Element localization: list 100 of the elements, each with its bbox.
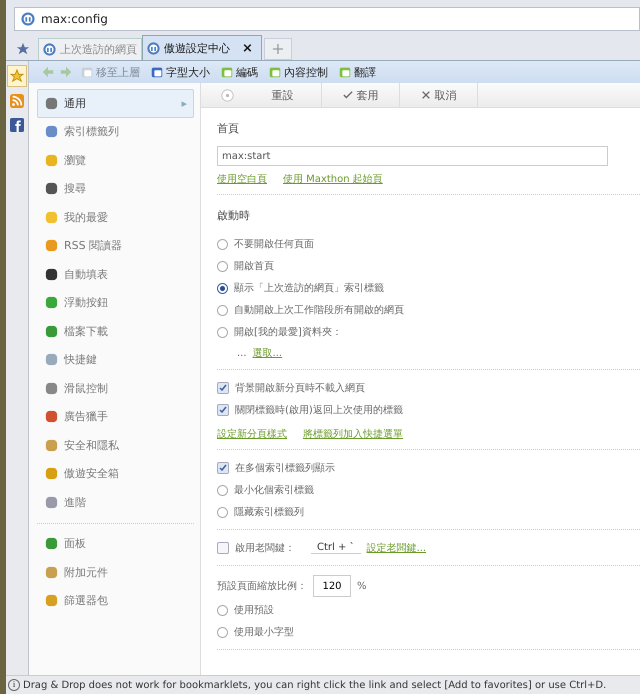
settings-nav-item[interactable]: 檔案下載 <box>37 317 194 346</box>
radio-button[interactable] <box>217 626 228 638</box>
link[interactable]: 設定老闆鍵... <box>366 541 426 555</box>
browser-logo-icon <box>43 43 56 56</box>
option-label: 啟用老闆鍵： <box>235 542 295 555</box>
radio-button[interactable] <box>217 282 228 294</box>
new-tab-button[interactable]: + <box>264 38 292 60</box>
browser-logo-icon <box>147 42 160 54</box>
close-tab-button[interactable]: × <box>242 40 253 56</box>
category-icon <box>44 324 59 339</box>
toolbar-button[interactable]: 翻譯 <box>335 64 379 80</box>
category-icon <box>44 124 59 140</box>
close-icon <box>420 90 430 100</box>
category-icon <box>44 438 59 453</box>
info-icon: i <box>8 679 20 691</box>
radio-button[interactable] <box>217 506 228 518</box>
back-arrow-icon[interactable] <box>41 65 55 79</box>
option-label: 最小化個索引標籤 <box>234 484 314 497</box>
category-icon <box>44 494 59 510</box>
option-label: 使用預設 <box>234 604 274 617</box>
toolbar-icon <box>338 65 352 79</box>
settings-nav-item[interactable]: 進階 <box>37 488 194 516</box>
action-button[interactable]: 套用 <box>322 83 400 107</box>
settings-nav-item[interactable]: 通用 ▸ <box>37 89 194 118</box>
radio-button[interactable] <box>217 304 228 316</box>
settings-nav-item[interactable]: 廣告獵手 <box>37 402 194 431</box>
option-label: 自動開啟上次工作階段所有開啟的網頁 <box>234 304 404 317</box>
category-icon <box>44 409 59 424</box>
star-icon[interactable] <box>16 42 30 56</box>
toolbar-button[interactable]: 編碼 <box>217 64 261 80</box>
circle-icon <box>221 88 234 102</box>
radio-button[interactable] <box>217 238 228 250</box>
category-icon <box>44 96 59 111</box>
checkbox[interactable] <box>217 542 229 554</box>
settings-nav-item[interactable]: 面板 <box>37 530 194 558</box>
checkbox[interactable] <box>217 404 229 416</box>
radio-button[interactable] <box>217 326 228 338</box>
category-icon <box>44 210 59 225</box>
action-button[interactable]: 取消 <box>400 83 478 107</box>
category-icon <box>44 238 59 254</box>
unit-text: % <box>357 580 367 592</box>
category-icon <box>44 352 59 368</box>
category-icon <box>44 564 59 580</box>
option-label: 使用最小字型 <box>234 626 294 639</box>
category-icon <box>44 181 59 196</box>
link[interactable]: 將標籤列加入快捷選單 <box>303 427 403 441</box>
option-label: 開啟[我的最愛]資料夾： <box>234 326 342 339</box>
zoom-field[interactable]: 120 <box>313 575 351 597</box>
option-label: 背景開啟新分頁時不載入網頁 <box>235 382 365 395</box>
toolbar-icon <box>220 65 234 79</box>
link[interactable]: 使用 Maxthon 起始頁 <box>283 172 383 186</box>
settings-nav-item[interactable]: RSS 閱讀器 <box>37 232 194 260</box>
facebook-icon[interactable] <box>8 115 26 135</box>
checkbox[interactable] <box>217 382 229 394</box>
toolbar-button[interactable]: 字型大小 <box>147 64 213 80</box>
radio-button[interactable] <box>217 260 228 272</box>
link[interactable]: 選取... <box>252 346 282 360</box>
link[interactable]: 使用空白頁 <box>217 172 267 186</box>
category-icon <box>44 536 59 552</box>
section-title: 啟動時 <box>217 208 251 224</box>
status-text: Drag & Drop does not work for bookmarklets, you can right click the link and select [Add to favorites] or use Ctrl+D. <box>23 680 606 690</box>
section-title: 首頁 <box>217 121 240 137</box>
radio-button[interactable] <box>217 604 228 616</box>
checkbox[interactable] <box>217 462 229 474</box>
toolbar-icon <box>80 65 94 79</box>
settings-nav-item[interactable]: 篩選器包 <box>37 586 194 615</box>
settings-nav-item[interactable]: 搜尋 <box>37 174 194 203</box>
address-bar[interactable]: max:config <box>14 7 640 31</box>
settings-nav-item[interactable]: 滑鼠控制 <box>37 374 194 402</box>
homepage-field[interactable]: max:start <box>217 146 608 166</box>
settings-nav-item[interactable]: 安全和隱私 <box>37 431 194 460</box>
settings-nav-item[interactable]: 傲遊安全箱 <box>37 460 194 488</box>
folder-path-text: ... <box>237 348 247 358</box>
toolbar-icon <box>150 65 164 79</box>
option-label: 在多個索引標籤列顯示 <box>235 462 335 475</box>
forward-arrow-icon[interactable] <box>59 65 73 79</box>
settings-nav-item[interactable]: 自動填表 <box>37 260 194 288</box>
browser-tab[interactable]: 傲遊設定中心 × <box>142 35 262 60</box>
settings-nav-item[interactable]: 快捷鍵 <box>37 346 194 374</box>
toolbar-button[interactable]: 內容控制 <box>265 64 331 80</box>
zoom-label: 預設頁面縮放比例： <box>217 580 307 593</box>
category-icon <box>44 380 59 396</box>
action-button[interactable]: 重設 <box>244 83 322 107</box>
option-label: 開啟首頁 <box>234 260 274 273</box>
link[interactable]: 設定新分頁樣式 <box>217 427 287 441</box>
option-label: 不要開啟任何頁面 <box>234 238 314 251</box>
settings-nav-item[interactable]: 浮動按鈕 <box>37 288 194 317</box>
browser-logo-icon <box>21 12 35 26</box>
settings-nav-item[interactable]: 附加元件 <box>37 558 194 586</box>
category-icon <box>44 152 59 168</box>
browser-tab[interactable]: 上次造訪的網頁 <box>38 38 142 60</box>
hotkey-field[interactable]: Ctrl + ` <box>311 542 361 554</box>
toolbar-icon <box>268 65 282 79</box>
settings-nav-item[interactable]: 我的最愛 <box>37 203 194 232</box>
settings-nav-item[interactable]: 瀏覽 <box>37 146 194 174</box>
category-icon <box>44 466 59 482</box>
option-label: 顯示「上次造訪的網頁」索引標籤 <box>234 282 384 295</box>
settings-nav-item[interactable]: 索引標籤列 <box>37 118 194 146</box>
radio-button[interactable] <box>217 484 228 496</box>
category-icon <box>44 266 59 282</box>
